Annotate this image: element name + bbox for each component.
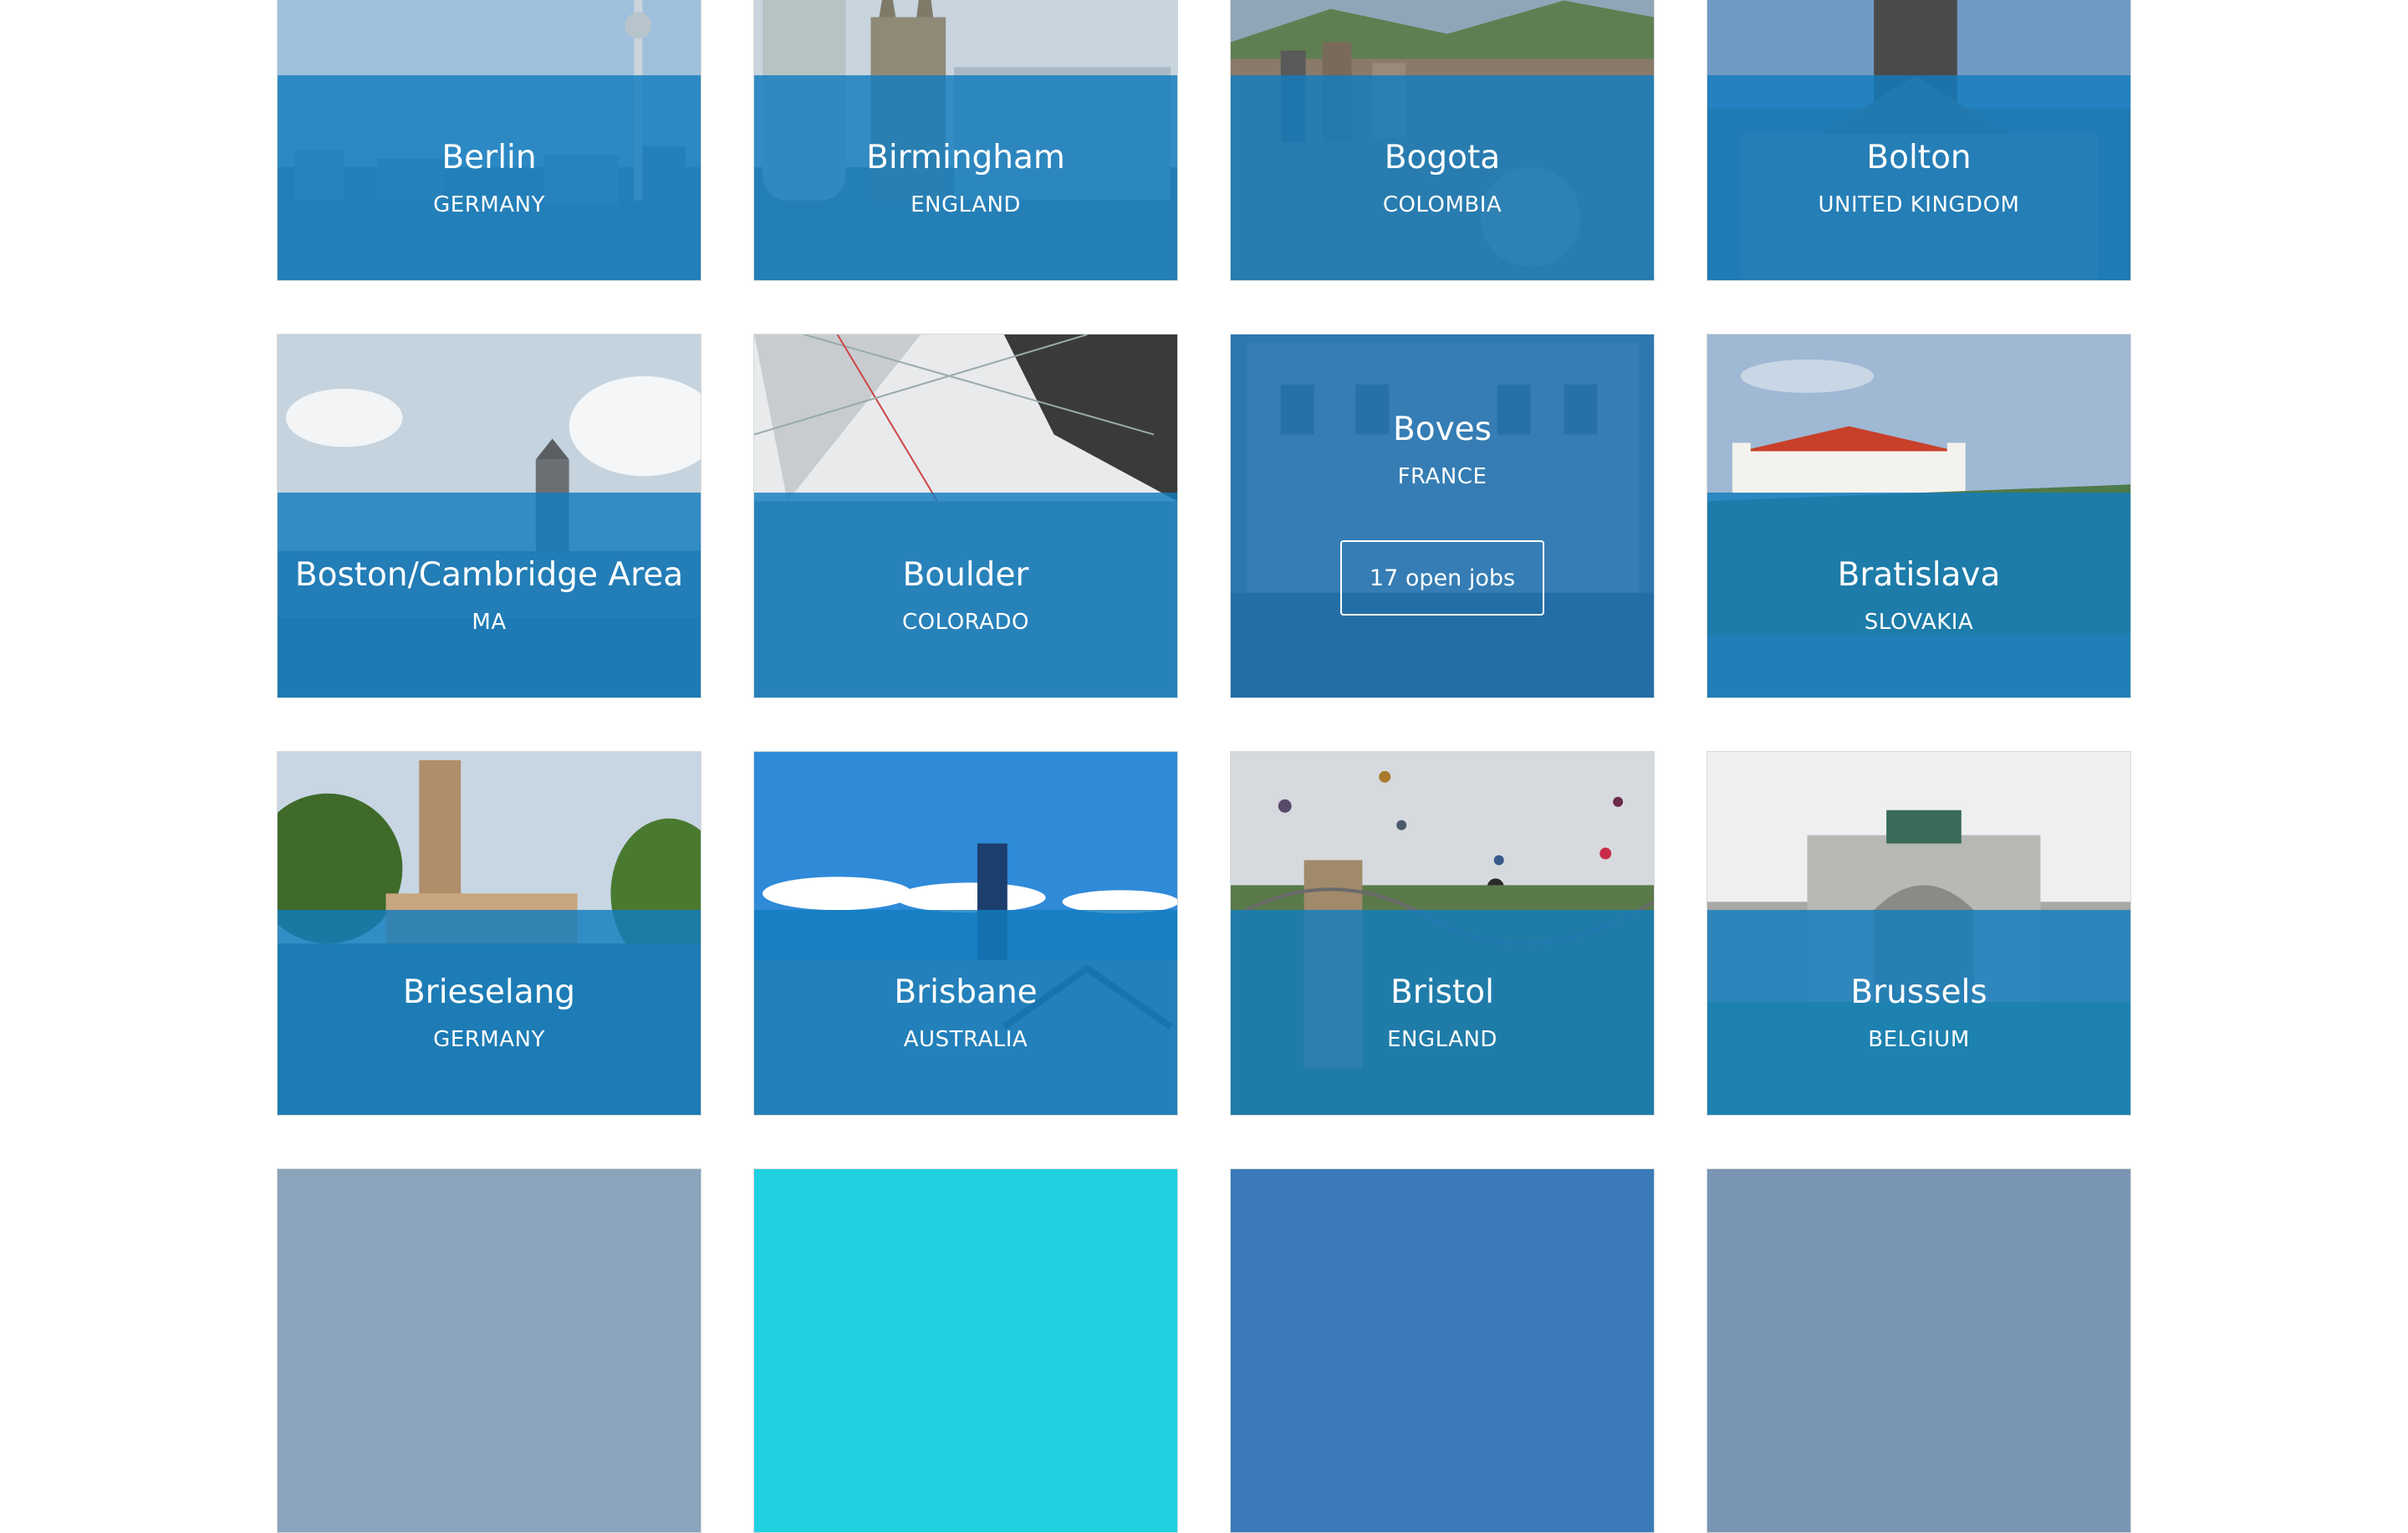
location-card-brussels[interactable]: Brussels BELGIUM [1707, 751, 2131, 1116]
location-card-next-row[interactable] [1230, 1168, 1655, 1533]
open-jobs-button[interactable]: 17 open jobs [1340, 540, 1544, 616]
city-name: Bolton [1866, 138, 1972, 176]
country-name: GERMANY [433, 1026, 545, 1052]
city-name: Brussels [1850, 973, 1987, 1011]
location-card-next-row[interactable] [753, 1168, 1178, 1533]
country-name: COLORADO [902, 609, 1029, 635]
location-card-next-row[interactable] [1707, 1168, 2131, 1533]
location-card-boves[interactable]: Boves FRANCE 17 open jobs [1230, 334, 1655, 698]
location-card-bogota[interactable]: Bogota COLOMBIA [1230, 0, 1655, 281]
city-name: Brieselang [402, 973, 576, 1011]
country-name: AUSTRALIA [903, 1026, 1028, 1052]
country-name: ENGLAND [911, 192, 1021, 217]
location-card-birmingham[interactable]: Birmingham ENGLAND [753, 0, 1178, 281]
city-photo-icon [1707, 1169, 2130, 1532]
location-card-bristol[interactable]: Bristol ENGLAND [1230, 751, 1655, 1116]
location-card-bolton[interactable]: Bolton UNITED KINGDOM [1707, 0, 2131, 281]
location-card-boulder[interactable]: Boulder COLORADO [753, 334, 1178, 698]
location-card-brieselang[interactable]: Brieselang GERMANY [277, 751, 701, 1116]
location-card-brisbane[interactable]: Brisbane AUSTRALIA [753, 751, 1178, 1116]
country-name: MA [472, 609, 507, 635]
country-name: COLOMBIA [1382, 192, 1502, 217]
city-name: Berlin [441, 138, 537, 176]
city-name: Bratislava [1837, 555, 2001, 594]
country-name: SLOVAKIA [1864, 609, 1974, 635]
city-name: Boves [1392, 411, 1492, 448]
city-name: Brisbane [894, 973, 1038, 1011]
city-name: Bogota [1384, 138, 1501, 176]
city-photo-icon [754, 1169, 1177, 1532]
location-card-boston-cambridge-area[interactable]: Boston/Cambridge Area MA [277, 334, 701, 698]
city-photo-icon [1231, 1169, 1654, 1532]
city-photo-icon [278, 1169, 701, 1532]
city-name: Bristol [1390, 973, 1494, 1011]
country-name: GERMANY [433, 192, 545, 217]
location-card-next-row[interactable] [277, 1168, 701, 1533]
country-name: BELGIUM [1868, 1026, 1970, 1052]
country-name: UNITED KINGDOM [1818, 192, 2020, 217]
city-name: Birmingham [866, 138, 1065, 176]
city-name: Boston/Cambridge Area [294, 555, 684, 594]
location-grid: Berlin GERMANY Birmingham ENGLAND Bogota… [277, 0, 2131, 1533]
location-card-bratislava[interactable]: Bratislava SLOVAKIA [1707, 334, 2131, 698]
location-card-berlin[interactable]: Berlin GERMANY [277, 0, 701, 281]
country-name: FRANCE [1397, 464, 1487, 489]
country-name: ENGLAND [1387, 1026, 1497, 1052]
city-name: Boulder [902, 555, 1029, 594]
